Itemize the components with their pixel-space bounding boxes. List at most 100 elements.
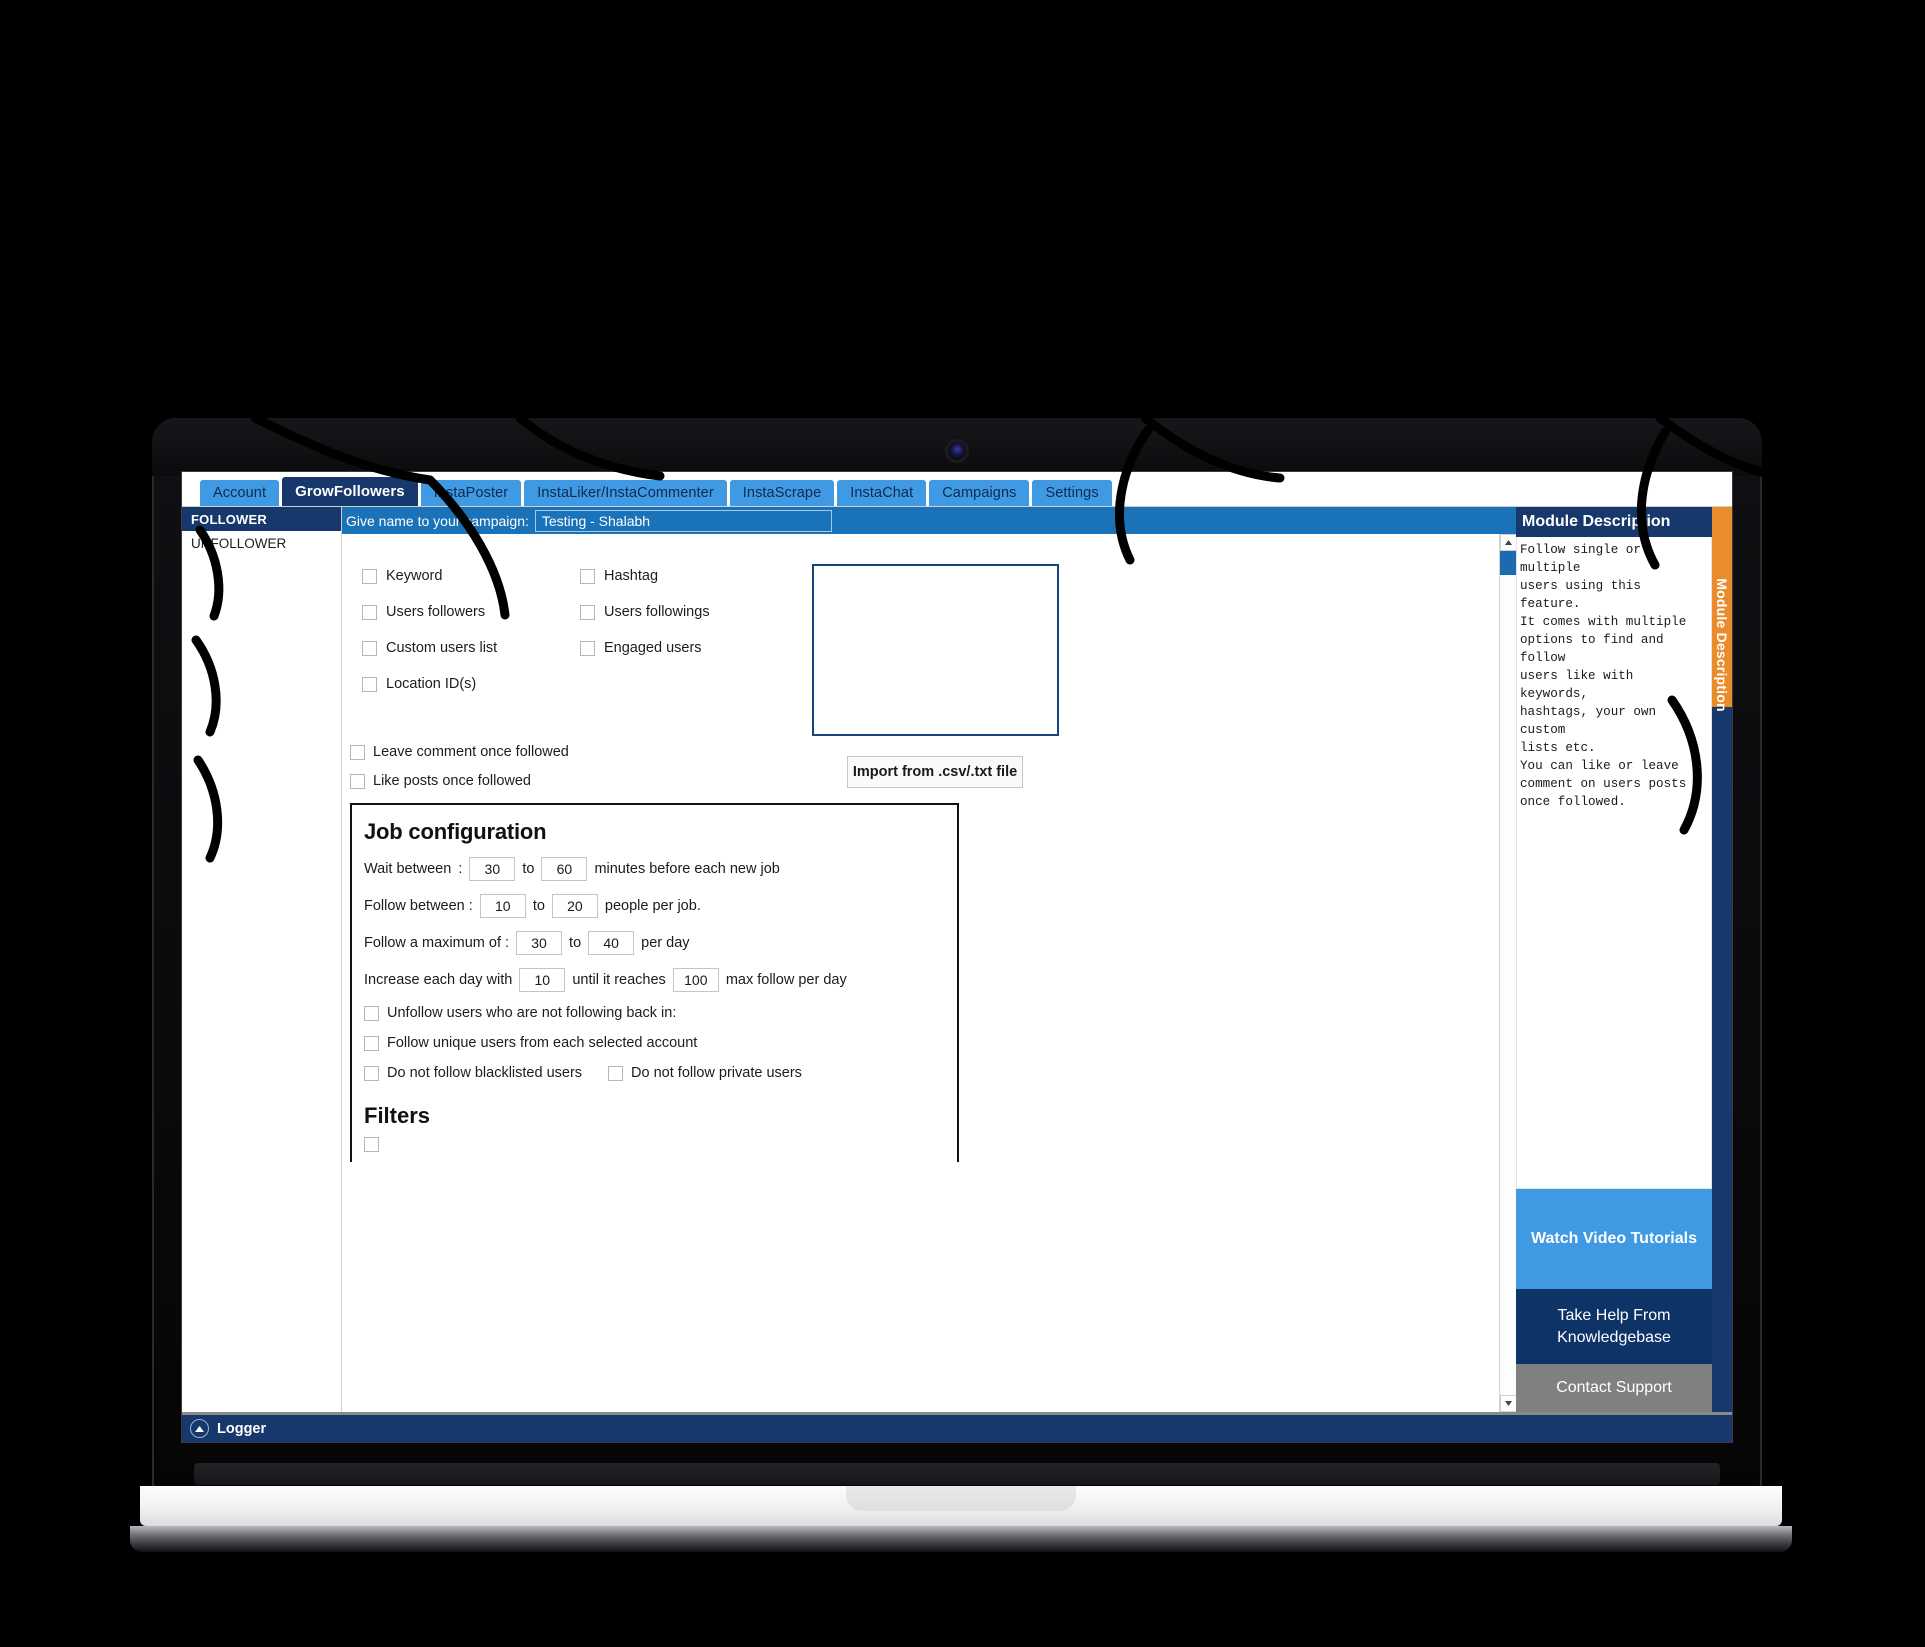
chevron-up-icon[interactable]	[190, 1419, 209, 1438]
checkbox-label: Location ID(s)	[386, 676, 477, 692]
job-row-suffix: max follow per day	[725, 972, 847, 988]
job-row-mid: to	[532, 898, 545, 914]
contact-support-button[interactable]: Contact Support	[1516, 1364, 1712, 1412]
logger-label: Logger	[217, 1420, 267, 1437]
tab-instaposter[interactable]: InstaPoster	[420, 480, 522, 506]
checkbox-label: Do not follow private users	[631, 1065, 802, 1081]
max-follow-per-day-input[interactable]	[672, 968, 719, 992]
laptop-hinge	[194, 1463, 1720, 1485]
tab-instascrape[interactable]: InstaScrape	[729, 480, 835, 506]
module-description-text: Follow single or multiple users using th…	[1516, 537, 1712, 1189]
checkbox-box-icon[interactable]	[608, 1065, 624, 1081]
checkbox-do-not-follow-blacklisted[interactable]: Do not follow blacklisted users	[364, 1065, 582, 1081]
job-row-increase-each-day: Increase each day with until it reaches …	[364, 968, 957, 992]
campaign-name-label: Give name to your campaign:	[346, 512, 529, 529]
scrollbar-thumb[interactable]	[1500, 551, 1516, 575]
laptop-foot	[130, 1526, 1792, 1552]
job-row-colon: :	[458, 861, 463, 877]
checkbox-box-icon[interactable]	[364, 1035, 379, 1051]
job-row-suffix: per day	[641, 935, 690, 951]
checkbox-box-icon[interactable]	[362, 640, 377, 656]
checkbox-users-followers[interactable]: Users followers	[362, 604, 580, 620]
tab-instachat[interactable]: InstaChat	[837, 480, 927, 506]
content-scrollbar[interactable]	[1499, 534, 1516, 1412]
filters-first-checkbox[interactable]	[364, 1137, 957, 1162]
checkbox-box-icon[interactable]	[362, 676, 377, 692]
tab-growfollowers[interactable]: GrowFollowers	[282, 477, 418, 506]
checkbox-keyword[interactable]: Keyword	[362, 568, 580, 584]
filters-title: Filters	[364, 1103, 431, 1128]
follow-max-min-input[interactable]	[516, 931, 563, 955]
checkbox-users-followings[interactable]: Users followings	[580, 604, 812, 620]
checkbox-box-icon[interactable]	[364, 1137, 379, 1152]
campaign-name-input[interactable]	[534, 509, 832, 532]
checkbox-box-icon[interactable]	[362, 568, 377, 584]
job-row-prefix: Follow between :	[364, 898, 473, 914]
window-body: FOLLOWER UNFOLLOWER Give name to your ca…	[182, 506, 1732, 1412]
checkbox-box-icon[interactable]	[364, 1065, 379, 1081]
checkbox-location-ids[interactable]: Location ID(s)	[362, 676, 580, 692]
laptop-top-bezel	[152, 418, 1762, 476]
tab-account[interactable]: Account	[200, 480, 280, 506]
settings-content: Keyword Hashtag Users followers Users fo…	[342, 534, 1516, 1162]
scrollbar-track[interactable]	[1500, 575, 1516, 1395]
checkbox-label: Follow unique users from each selected a…	[387, 1035, 698, 1051]
checkbox-box-icon[interactable]	[362, 604, 377, 620]
checkbox-custom-users-list[interactable]: Custom users list	[362, 640, 580, 656]
source-checkbox-grid: Keyword Hashtag Users followers Users fo…	[342, 534, 812, 692]
job-row-follow-between: Follow between : to people per job.	[364, 894, 957, 918]
scroll-down-arrow-icon[interactable]	[1500, 1395, 1516, 1412]
checkbox-box-icon[interactable]	[580, 640, 595, 656]
job-row-follow-maximum: Follow a maximum of : to per day	[364, 931, 957, 955]
job-row-suffix: people per job.	[604, 898, 701, 914]
follow-max-max-input[interactable]	[588, 931, 635, 955]
checkbox-label: Do not follow blacklisted users	[387, 1065, 583, 1081]
follow-between-max-input[interactable]	[551, 894, 598, 918]
checkbox-box-icon[interactable]	[580, 568, 595, 584]
import-csv-txt-button[interactable]: Import from .csv/.txt file	[847, 756, 1023, 788]
checkbox-engaged-users[interactable]: Engaged users	[580, 640, 812, 656]
laptop-base-notch	[846, 1486, 1076, 1511]
checkbox-box-icon[interactable]	[350, 773, 365, 789]
main-tabbar: Account GrowFollowers InstaPoster InstaL…	[182, 472, 1732, 506]
checkbox-do-not-follow-private[interactable]: Do not follow private users	[608, 1065, 802, 1081]
application-window: Account GrowFollowers InstaPoster InstaL…	[182, 472, 1732, 1442]
increase-each-day-input[interactable]	[519, 968, 566, 992]
campaign-name-bar: Give name to your campaign:	[342, 507, 1516, 534]
job-configuration-title: Job configuration	[364, 819, 547, 844]
wait-between-max-input[interactable]	[541, 857, 588, 881]
checkbox-hashtag[interactable]: Hashtag	[580, 568, 812, 584]
kb-line-2: Knowledgebase	[1557, 1328, 1671, 1346]
job-row-mid: until it reaches	[572, 972, 666, 988]
job-row-prefix: Increase each day with	[364, 972, 513, 988]
job-row-prefix: Wait between	[364, 861, 452, 877]
job-row-mid: to	[569, 935, 582, 951]
checkbox-follow-unique-users[interactable]: Follow unique users from each selected a…	[364, 1035, 957, 1051]
scroll-up-arrow-icon[interactable]	[1500, 534, 1516, 551]
wait-between-min-input[interactable]	[469, 857, 516, 881]
module-description-rail[interactable]: Module Description	[1712, 506, 1732, 1412]
checkbox-unfollow-not-following-back[interactable]: Unfollow users who are not following bac…	[364, 1005, 957, 1021]
checkbox-label: Unfollow users who are not following bac…	[387, 1005, 677, 1021]
checkbox-label: Users followers	[386, 604, 486, 620]
sidebar-item-unfollower[interactable]: UNFOLLOWER	[182, 531, 341, 555]
webcam-icon	[948, 442, 966, 460]
tab-settings[interactable]: Settings	[1032, 480, 1112, 506]
take-help-knowledgebase-button[interactable]: Take Help From Knowledgebase	[1516, 1289, 1712, 1364]
checkbox-label: Hashtag	[604, 568, 659, 584]
follow-between-min-input[interactable]	[479, 894, 526, 918]
logger-bar[interactable]: Logger	[182, 1412, 1732, 1442]
center-column: Give name to your campaign: Keyword	[342, 506, 1516, 1412]
tab-campaigns[interactable]: Campaigns	[929, 480, 1030, 506]
sidebar-item-follower[interactable]: FOLLOWER	[182, 507, 341, 531]
kb-line-1: Take Help From	[1557, 1306, 1671, 1324]
tab-instaliker-instacommenter[interactable]: InstaLiker/InstaCommenter	[524, 480, 727, 506]
job-configuration-panel: Job configuration Wait between : to minu…	[350, 803, 959, 1162]
checkbox-box-icon[interactable]	[364, 1005, 379, 1021]
left-sidebar: FOLLOWER UNFOLLOWER	[182, 506, 342, 1412]
watch-video-tutorials-button[interactable]: Watch Video Tutorials	[1516, 1189, 1712, 1289]
checkbox-box-icon[interactable]	[580, 604, 595, 620]
checkbox-box-icon[interactable]	[350, 744, 365, 760]
users-list-textarea[interactable]	[812, 564, 1059, 736]
screenshot-stage: Account GrowFollowers InstaPoster InstaL…	[0, 0, 1925, 1647]
